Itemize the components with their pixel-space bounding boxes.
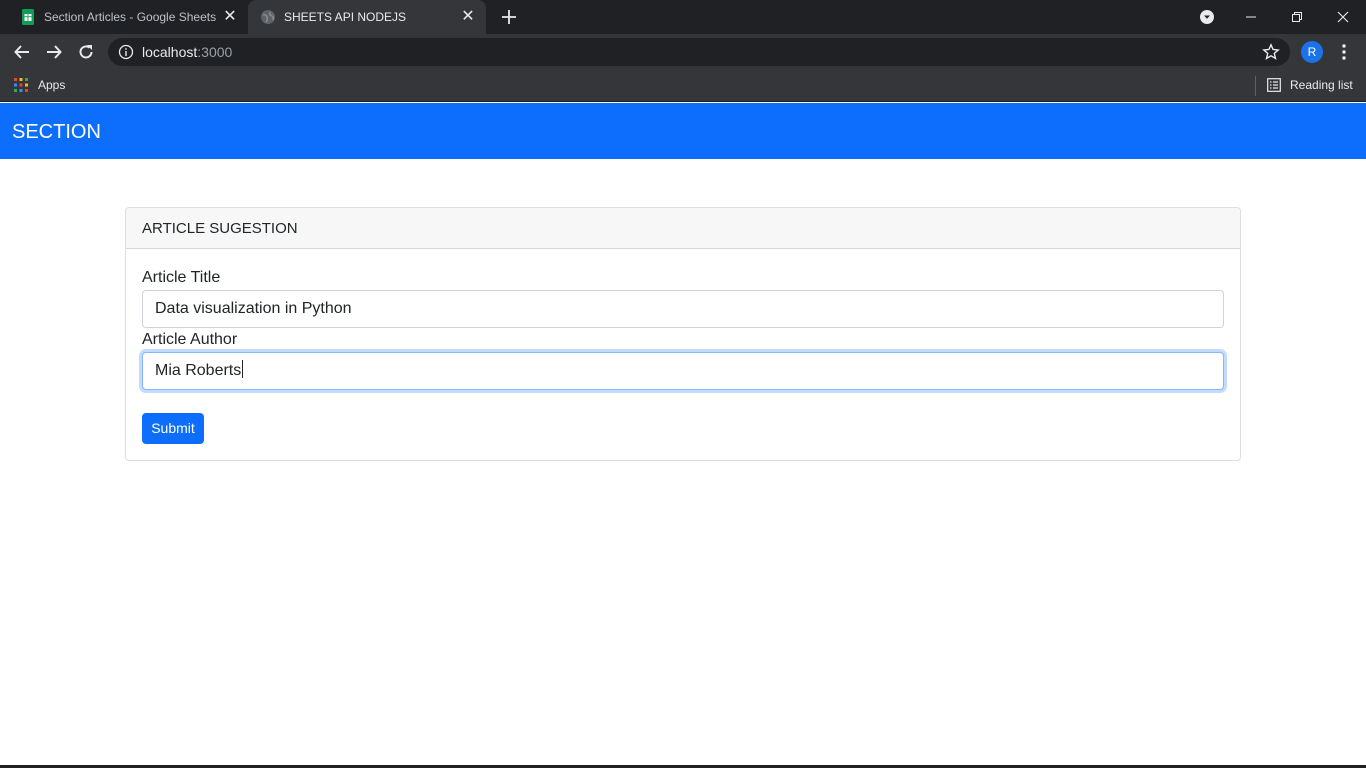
tab-sheets-api-nodejs[interactable]: SHEETS API NODEJS ✕ — [248, 0, 486, 34]
back-arrow-icon — [14, 45, 29, 59]
bookmarks-bar: Apps Reading list — [0, 70, 1366, 102]
globe-icon — [261, 10, 275, 24]
forward-button[interactable] — [42, 40, 66, 64]
tab-search-icon[interactable] — [1199, 9, 1215, 25]
bookmarks-divider — [1255, 76, 1256, 96]
back-button[interactable] — [10, 40, 34, 64]
apps-grid-icon — [14, 78, 28, 92]
browser-toolbar: localhost:3000 R — [0, 34, 1366, 70]
reading-list-icon — [1267, 78, 1281, 92]
url-text: localhost:3000 — [142, 44, 232, 60]
close-window-button[interactable] — [1320, 0, 1366, 34]
close-tab-icon[interactable]: ✕ — [222, 9, 238, 25]
window-controls — [1228, 0, 1366, 34]
url-port: :3000 — [197, 44, 233, 60]
article-title-label: Article Title — [142, 269, 221, 286]
apps-shortcut[interactable]: Apps — [14, 78, 65, 92]
forward-arrow-icon — [47, 45, 62, 59]
text-cursor — [242, 360, 244, 378]
close-tab-icon[interactable]: ✕ — [460, 9, 476, 25]
bookmark-star-icon[interactable] — [1262, 43, 1280, 61]
google-sheets-icon — [22, 9, 34, 25]
tab-google-sheets[interactable]: Section Articles - Google Sheets ✕ — [8, 0, 248, 34]
tab-strip: Section Articles - Google Sheets ✕ SHEET… — [0, 0, 1366, 34]
article-author-label: Article Author — [142, 331, 238, 348]
card-header: ARTICLE SUGESTION — [126, 208, 1240, 249]
minimize-icon — [1246, 16, 1256, 18]
reload-button[interactable] — [74, 40, 98, 64]
url-host: localhost — [142, 44, 198, 60]
navbar: SECTION — [0, 103, 1366, 159]
submit-button[interactable]: Submit — [142, 413, 204, 444]
address-bar[interactable]: localhost:3000 — [108, 38, 1290, 66]
tab-title: Section Articles - Google Sheets — [44, 10, 217, 24]
article-author-input[interactable]: Mia Roberts — [142, 352, 1224, 390]
article-title-value: Data visualization in Python — [155, 300, 352, 317]
new-tab-icon[interactable] — [499, 7, 519, 27]
article-title-input[interactable]: Data visualization in Python — [142, 290, 1224, 328]
tab-title: SHEETS API NODEJS — [284, 10, 407, 24]
info-icon[interactable] — [118, 44, 134, 60]
close-icon — [1337, 11, 1349, 23]
reading-list-button[interactable]: Reading list — [1267, 78, 1353, 92]
reading-list-label: Reading list — [1290, 78, 1353, 92]
navbar-brand[interactable]: SECTION — [12, 121, 101, 143]
reload-icon — [79, 45, 93, 59]
apps-label: Apps — [38, 78, 66, 92]
restore-button[interactable] — [1274, 0, 1320, 34]
article-suggestion-card: ARTICLE SUGESTION Article Title Data vis… — [125, 207, 1241, 461]
restore-icon — [1292, 12, 1302, 22]
more-menu-icon[interactable] — [1336, 42, 1352, 62]
profile-avatar[interactable]: R — [1301, 41, 1323, 63]
article-author-value: Mia Roberts — [155, 362, 242, 379]
minimize-button[interactable] — [1228, 0, 1274, 34]
